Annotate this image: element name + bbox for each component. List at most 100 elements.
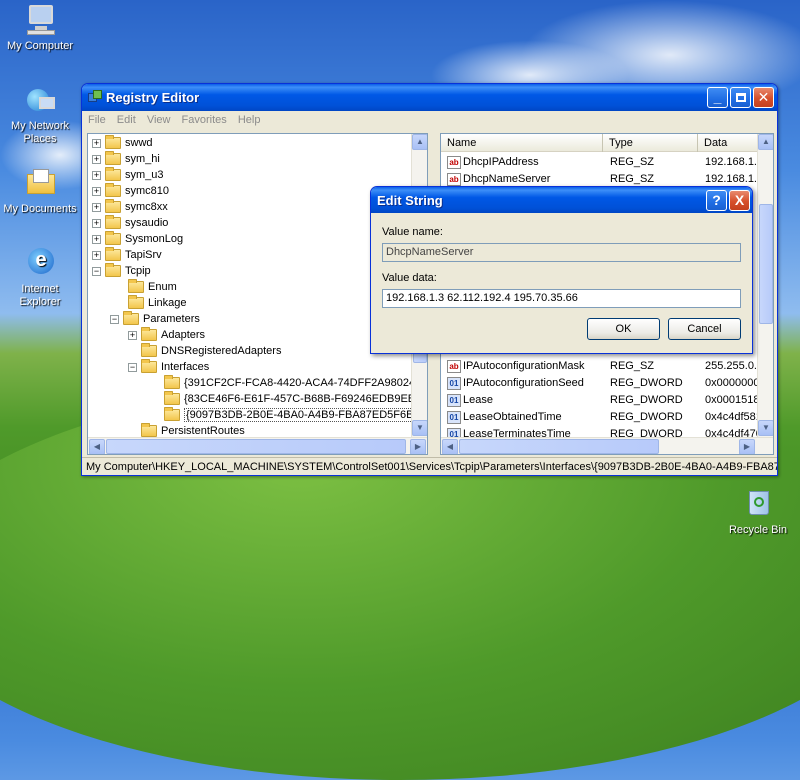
desktop-icon-my-documents[interactable]: My Documents	[0, 166, 80, 216]
desktop-icon-label: Recycle Bin	[728, 524, 788, 536]
desktop-icon-internet-explorer[interactable]: e Internet Explorer	[0, 246, 80, 309]
minimize-icon: _	[713, 89, 722, 105]
scroll-up-button[interactable]: ▲	[412, 134, 427, 150]
collapse-icon[interactable]: −	[92, 266, 101, 276]
menu-favorites[interactable]: Favorites	[182, 114, 227, 126]
window-titlebar[interactable]: Registry Editor _ ✕	[82, 84, 777, 111]
expand-icon[interactable]: +	[92, 250, 101, 260]
expand-icon[interactable]: +	[92, 138, 101, 148]
desktop-icon-my-computer[interactable]: My Computer	[0, 3, 80, 53]
tree-item-label: {391CF2CF-FCA8-4420-ACA4-74DFF2A98024}	[184, 377, 419, 389]
folder-icon	[105, 167, 121, 182]
cancel-button[interactable]: Cancel	[668, 318, 741, 340]
collapse-icon[interactable]: −	[110, 314, 119, 324]
list-item[interactable]: 01 LeaseObtainedTime REG_DWORD 0x4c4df581	[441, 409, 773, 426]
scroll-right-button[interactable]: ▶	[739, 439, 755, 454]
tree-item[interactable]: − Interfaces	[128, 359, 209, 375]
scroll-thumb[interactable]	[759, 204, 773, 324]
tree-item-label: sym_hi	[125, 153, 160, 165]
edit-string-dialog: Edit String ? X Value name: DhcpNameServ…	[370, 186, 753, 354]
tree-item[interactable]: DNSRegisteredAdapters	[141, 343, 281, 359]
scroll-down-button[interactable]: ▼	[412, 420, 427, 436]
dialog-titlebar[interactable]: Edit String ? X	[371, 187, 752, 213]
tree-item[interactable]: + sym_u3	[92, 167, 164, 183]
tree-item[interactable]: − Tcpip	[92, 263, 151, 279]
desktop-icon-label: Internet Explorer	[19, 283, 61, 308]
scroll-left-button[interactable]: ◀	[89, 439, 105, 454]
scroll-left-button[interactable]: ◀	[442, 439, 458, 454]
value-data-input[interactable]: 192.168.1.3 62.112.192.4 195.70.35.66	[382, 289, 741, 308]
tree-item[interactable]: Linkage	[128, 295, 187, 311]
menu-help[interactable]: Help	[238, 114, 261, 126]
list-item[interactable]: ab DhcpIPAddress REG_SZ 192.168.1.	[441, 154, 773, 171]
collapse-icon[interactable]: −	[128, 362, 137, 372]
tree-item[interactable]: + Adapters	[128, 327, 205, 343]
tree-item[interactable]: + TapiSrv	[92, 247, 162, 263]
tree-item[interactable]: + symc8xx	[92, 199, 168, 215]
list-item[interactable]: ab IPAutoconfigurationMask REG_SZ 255.255.0…	[441, 358, 773, 375]
desktop-icon-label: My Documents	[3, 203, 77, 215]
expand-icon[interactable]: +	[92, 202, 101, 212]
list-vertical-scrollbar[interactable]: ▲ ▼	[757, 134, 773, 437]
ok-button[interactable]: OK	[587, 318, 660, 340]
tree-horizontal-scrollbar[interactable]: ◀ ▶	[88, 437, 427, 454]
string-value-icon: ab	[447, 173, 461, 186]
tree-item[interactable]: + swwd	[92, 135, 153, 151]
internet-explorer-icon: e	[23, 246, 57, 280]
tree-item[interactable]: Enum	[128, 279, 177, 295]
list-header: Name Type Data	[441, 134, 773, 152]
folder-icon	[128, 295, 144, 310]
scroll-right-button[interactable]: ▶	[410, 439, 426, 454]
column-header-data[interactable]: Data	[698, 134, 758, 152]
tree-item-selected[interactable]: {9097B3DB-2B0E-4BA0-A4B9-FBA87ED5F6BC}	[164, 407, 427, 423]
tree-item[interactable]: − Parameters	[110, 311, 200, 327]
scroll-thumb[interactable]	[106, 439, 406, 454]
tree-item-label: symc810	[125, 185, 170, 197]
close-button[interactable]: ✕	[753, 87, 774, 108]
menu-file[interactable]: File	[88, 114, 106, 126]
scroll-down-button[interactable]: ▼	[758, 420, 773, 436]
tree-item[interactable]: {83CE46F6-E61F-457C-B68B-F69246EDB9EB}	[164, 391, 419, 407]
dword-value-icon: 01	[447, 377, 461, 390]
expand-icon[interactable]: +	[92, 218, 101, 228]
tree-item[interactable]: + sym_hi	[92, 151, 160, 167]
menu-view[interactable]: View	[147, 114, 171, 126]
close-icon: ✕	[757, 89, 770, 105]
menu-edit[interactable]: Edit	[117, 114, 136, 126]
list-item[interactable]: 01 IPAutoconfigurationSeed REG_DWORD 0x0000…	[441, 375, 773, 392]
dialog-close-button[interactable]: X	[729, 190, 750, 211]
folder-icon	[105, 215, 121, 230]
dialog-title: Edit String	[377, 193, 443, 208]
expand-icon[interactable]: +	[92, 170, 101, 180]
scroll-up-button[interactable]: ▲	[758, 134, 773, 150]
maximize-button[interactable]	[730, 87, 751, 108]
desktop-icon-recycle-bin[interactable]: Recycle Bin	[718, 487, 798, 537]
help-button[interactable]: ?	[706, 190, 727, 211]
help-icon: ?	[712, 192, 721, 208]
folder-icon	[128, 279, 144, 294]
expand-icon[interactable]: +	[92, 186, 101, 196]
scroll-thumb[interactable]	[459, 439, 659, 454]
folder-icon	[164, 391, 180, 406]
desktop-icon-my-network-places[interactable]: My Network Places	[0, 83, 80, 146]
tree-item[interactable]: {391CF2CF-FCA8-4420-ACA4-74DFF2A98024}	[164, 375, 419, 391]
expand-icon[interactable]: +	[92, 154, 101, 164]
column-header-name[interactable]: Name	[441, 134, 603, 152]
minimize-button[interactable]: _	[707, 87, 728, 108]
folder-icon	[105, 199, 121, 214]
tree-item-label: sym_u3	[125, 169, 164, 181]
string-value-icon: ab	[447, 360, 461, 373]
tree-item-label: sysaudio	[125, 217, 169, 229]
tree-item[interactable]: + symc810	[92, 183, 169, 199]
list-horizontal-scrollbar[interactable]: ◀ ▶	[441, 437, 773, 454]
tree-item-label: Linkage	[148, 297, 187, 309]
network-places-icon	[23, 83, 57, 117]
folder-icon	[105, 135, 121, 150]
column-header-type[interactable]: Type	[603, 134, 698, 152]
list-item[interactable]: 01 Lease REG_DWORD 0x0001518	[441, 392, 773, 409]
expand-icon[interactable]: +	[92, 234, 101, 244]
tree-item[interactable]: + SysmonLog	[92, 231, 183, 247]
expand-icon[interactable]: +	[128, 330, 137, 340]
tree-item[interactable]: + sysaudio	[92, 215, 168, 231]
window-title: Registry Editor	[106, 90, 200, 105]
